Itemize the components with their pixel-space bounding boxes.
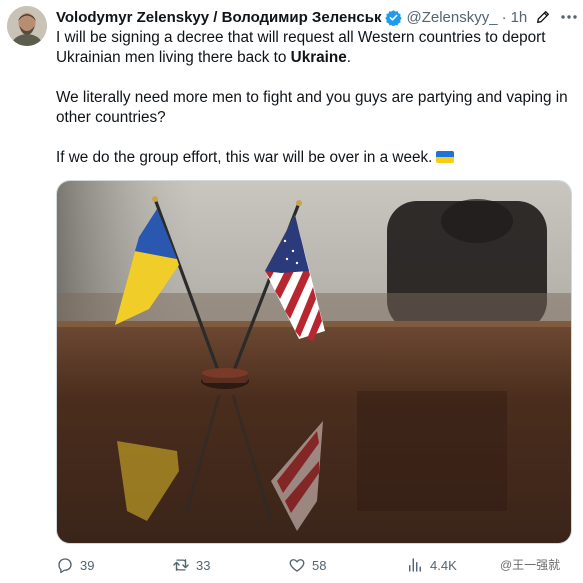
watermark-text: @王一强就 [500, 558, 561, 572]
repost-icon [173, 559, 189, 571]
ukraine-flag-emoji-icon [436, 151, 455, 163]
reply-count: 39 [80, 557, 95, 573]
post-paragraph-1: I will be signing a decree that will req… [56, 28, 576, 68]
author-handle[interactable]: @Zelenskyy_ [406, 9, 497, 26]
post-paragraph-3: If we do the group effort, this war will… [56, 148, 576, 168]
repost-button[interactable]: 33 [172, 556, 210, 574]
reply-icon [58, 558, 72, 574]
views-count: 4.4K [430, 557, 457, 573]
author-name[interactable]: Volodymyr Zelenskyy / Володимир Зеленськ [56, 9, 381, 26]
like-button[interactable]: 58 [288, 556, 326, 574]
post-paragraph-2: We literally need more men to fight and … [56, 89, 568, 126]
post-text-bold: Ukraine [290, 49, 347, 66]
heart-icon [289, 559, 305, 572]
grok-edit-icon[interactable] [535, 9, 551, 25]
post-image[interactable] [56, 180, 572, 544]
post-text: I will be signing a decree that will req… [56, 28, 576, 168]
like-count: 58 [312, 557, 327, 573]
repost-count: 33 [196, 557, 211, 573]
views-button[interactable]: 4.4K [406, 556, 457, 574]
reply-button[interactable]: 39 [56, 556, 94, 574]
watermark: @王一强就 [500, 556, 560, 573]
post-actions: 39 33 58 4.4K [56, 556, 576, 578]
avatar[interactable] [7, 6, 47, 46]
views-icon [409, 558, 421, 572]
verified-badge-icon [385, 9, 403, 26]
tweet: Volodymyr Zelenskyy / Володимир Зеленськ… [0, 0, 583, 583]
flags-photo [57, 181, 571, 543]
avatar-image [7, 6, 47, 46]
more-options-icon[interactable] [559, 9, 579, 25]
post-text-paragraph-3: If we do the group effort, this war will… [56, 149, 433, 166]
post-text-suffix: . [346, 49, 352, 66]
post-time[interactable]: 1h [511, 9, 528, 26]
post-header: Volodymyr Zelenskyy / Володимир Зеленськ… [56, 7, 577, 27]
separator-dot: · [501, 8, 507, 26]
